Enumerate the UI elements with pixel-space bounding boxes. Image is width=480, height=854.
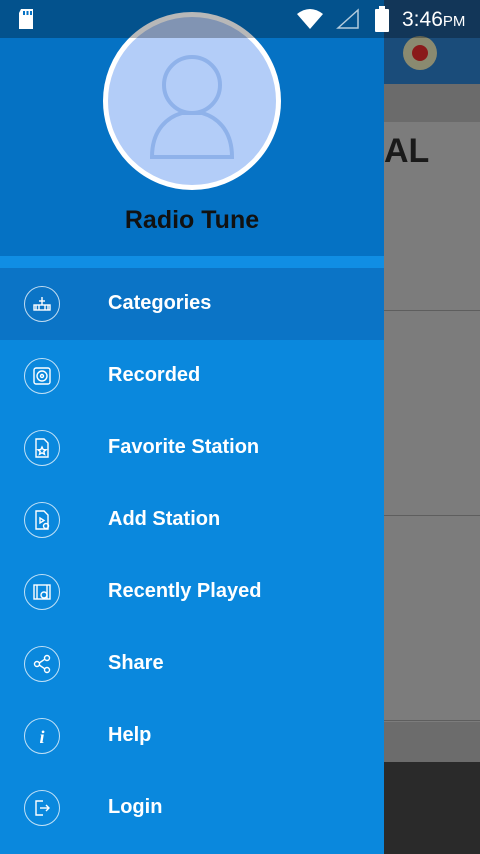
status-bar: 3:46PM	[0, 0, 480, 38]
menu-label: Share	[108, 652, 164, 674]
menu-item-recorded[interactable]: Recorded	[0, 340, 384, 412]
list-divider	[384, 515, 480, 516]
menu-item-help[interactable]: i Help	[0, 700, 384, 772]
app-tab-band	[384, 84, 480, 122]
menu-label: Favorite Station	[108, 436, 260, 458]
record-disc-icon	[24, 358, 60, 394]
avatar[interactable]	[103, 12, 281, 190]
info-icon: i	[24, 718, 60, 754]
status-clock: 3:46PM	[402, 8, 465, 32]
user-silhouette-icon	[149, 55, 235, 159]
radio-tower-icon	[24, 286, 60, 322]
svg-text:i: i	[39, 727, 44, 747]
menu-item-recently-played[interactable]: Recently Played	[0, 556, 384, 628]
record-button[interactable]	[403, 36, 437, 70]
app-name: Radio Tune	[124, 206, 260, 234]
wifi-icon	[297, 9, 323, 29]
record-dot-icon	[412, 45, 428, 61]
favorite-file-icon	[24, 430, 60, 466]
battery-icon	[375, 6, 389, 32]
background-heading: AL	[384, 132, 430, 170]
list-divider	[384, 310, 480, 311]
login-icon	[24, 790, 60, 826]
signal-icon	[336, 8, 359, 29]
menu-label: Add Station	[108, 508, 221, 530]
menu-label: Categories	[108, 292, 212, 314]
history-film-icon	[24, 574, 60, 610]
menu-label: Recorded	[108, 364, 201, 386]
drawer-menu: Categories Recorded Favorite Station Add…	[0, 268, 384, 844]
sd-card-icon	[19, 9, 33, 29]
menu-label: Help	[108, 724, 152, 746]
clock-ampm: PM	[442, 13, 466, 30]
menu-item-favorite-station[interactable]: Favorite Station	[0, 412, 384, 484]
menu-item-share[interactable]: Share	[0, 628, 384, 700]
share-icon	[24, 646, 60, 682]
clock-time: 3:46	[402, 8, 443, 31]
menu-item-categories[interactable]: Categories	[0, 268, 384, 340]
app-bottom-bar	[384, 762, 480, 854]
menu-item-login[interactable]: Login	[0, 772, 384, 844]
header-divider	[0, 256, 384, 268]
list-divider	[384, 720, 480, 721]
menu-label: Login	[108, 796, 163, 818]
menu-item-add-station[interactable]: Add Station	[0, 484, 384, 556]
menu-label: Recently Played	[108, 580, 262, 602]
app-bottom-band	[384, 722, 480, 762]
add-media-file-icon	[24, 502, 60, 538]
drawer-header: Radio Tune	[0, 0, 384, 256]
navigation-drawer: Radio Tune Categories Recorded Favorite …	[0, 0, 384, 854]
